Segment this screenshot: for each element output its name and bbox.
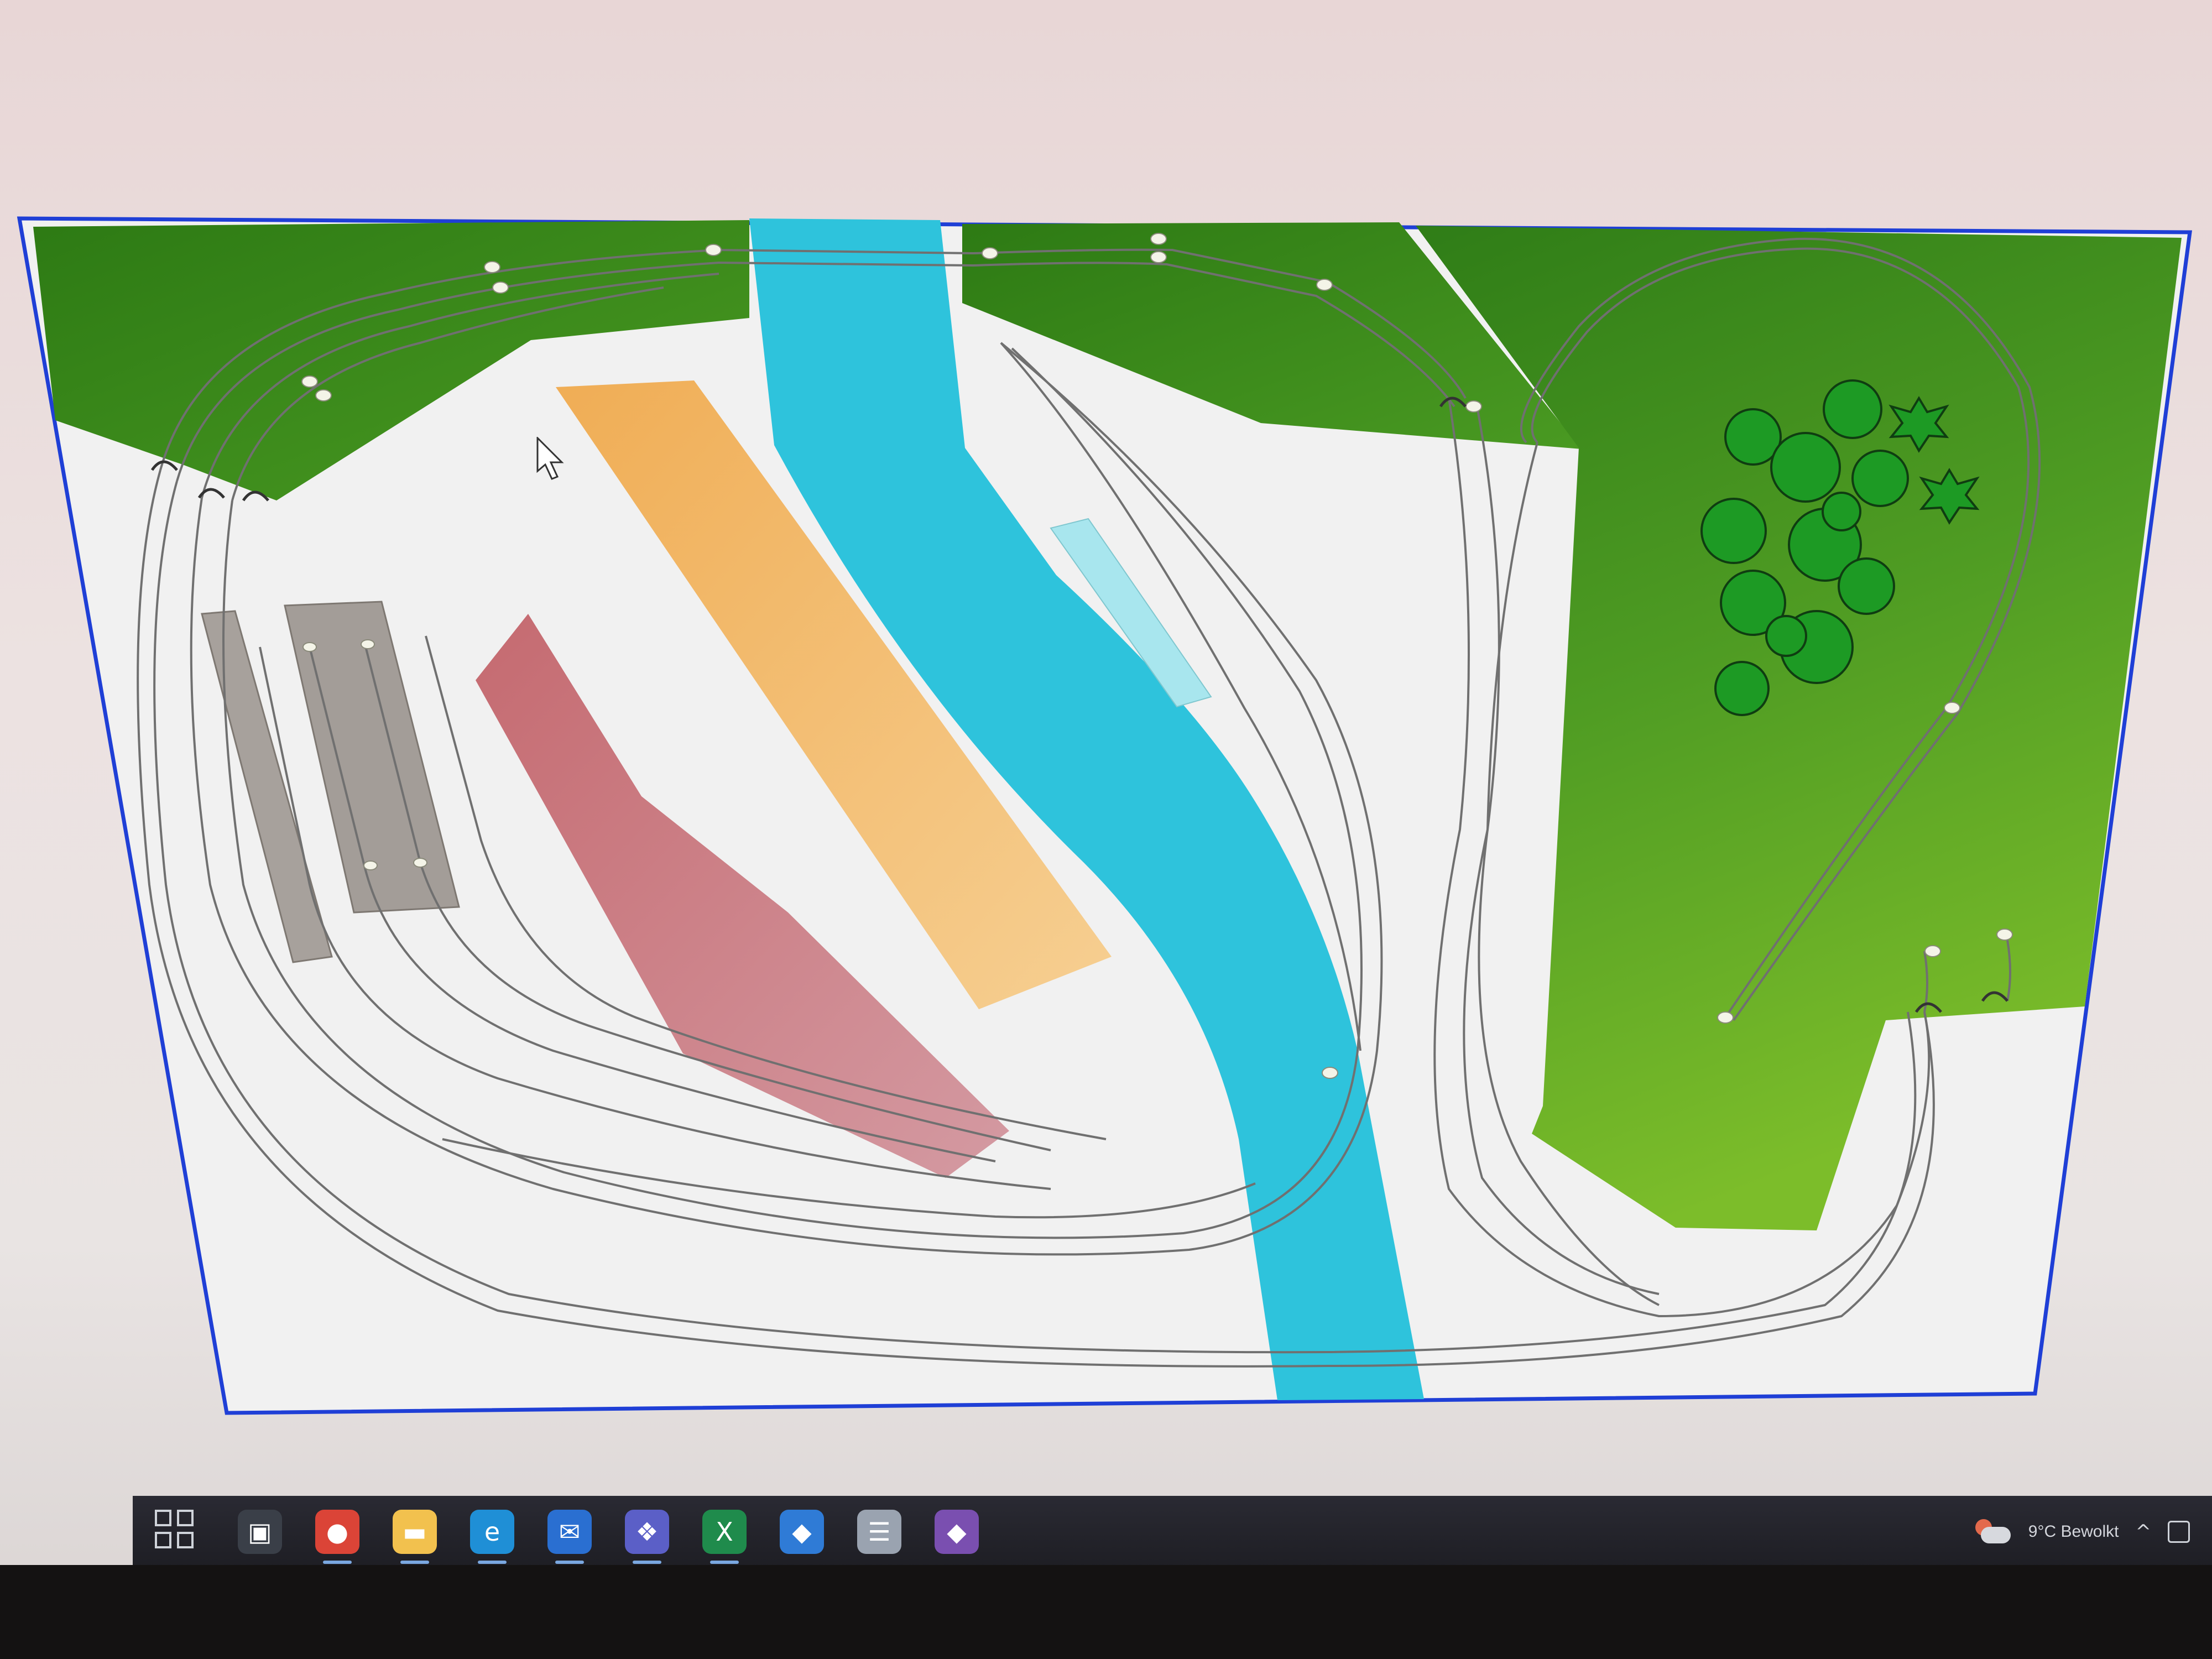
spreadsheet-icon: X [716,1517,733,1547]
tree [1700,498,1767,564]
taskbar-app-teams[interactable]: ❖ [625,1510,669,1564]
taskbar: ▣ ● ▬ e ✉ ❖ X ◆ ☰ ◆ 9°C Bewolkt ^ [133,1496,2212,1568]
taskbar-app-excel[interactable]: X [702,1510,747,1564]
weather-icon[interactable] [1973,1518,2012,1546]
taskbar-app-notepad[interactable]: ☰ [857,1510,901,1554]
task-view-icon: ▣ [248,1517,272,1547]
taskbar-app-task-view[interactable]: ▣ [238,1510,282,1554]
app-icon: ◆ [792,1517,812,1547]
mail-icon: ✉ [559,1517,581,1547]
monitor-bezel [0,1565,2212,1659]
track-planner-window [0,0,2212,1504]
taskbar-app-outlook[interactable]: ✉ [547,1510,592,1564]
taskbar-app-app-blue[interactable]: ◆ [780,1510,824,1554]
system-tray: 9°C Bewolkt ^ [1973,1496,2190,1568]
weather-text[interactable]: 9°C Bewolkt [2028,1522,2119,1541]
taskbar-app-file-explorer[interactable]: ▬ [393,1510,437,1564]
tree [1770,432,1841,503]
chevron-up-icon[interactable]: ^ [2136,1521,2152,1543]
mouse-cursor-icon [536,437,564,480]
tree [1838,557,1895,615]
tree [1822,492,1861,531]
taskbar-app-chrome[interactable]: ● [315,1510,359,1564]
app-icon: ◆ [947,1517,967,1547]
document-icon: ☰ [868,1517,891,1547]
chrome-icon: ● [326,1517,349,1547]
taskbar-app-edge[interactable]: e [470,1510,514,1564]
taskbar-app-app-purple[interactable]: ◆ [935,1510,979,1554]
layout-plan-canvas[interactable] [0,0,2212,1504]
tree [1851,450,1909,507]
tray-icon[interactable] [2168,1521,2190,1543]
tree [1823,379,1882,439]
edge-icon: e [484,1517,500,1547]
taskbar-apps: ▣ ● ▬ e ✉ ❖ X ◆ ☰ ◆ [238,1510,979,1564]
chat-icon: ❖ [635,1517,659,1547]
tree [1714,661,1770,716]
start-button[interactable] [155,1510,199,1554]
tree [1765,615,1807,657]
folder-icon: ▬ [403,1517,427,1547]
